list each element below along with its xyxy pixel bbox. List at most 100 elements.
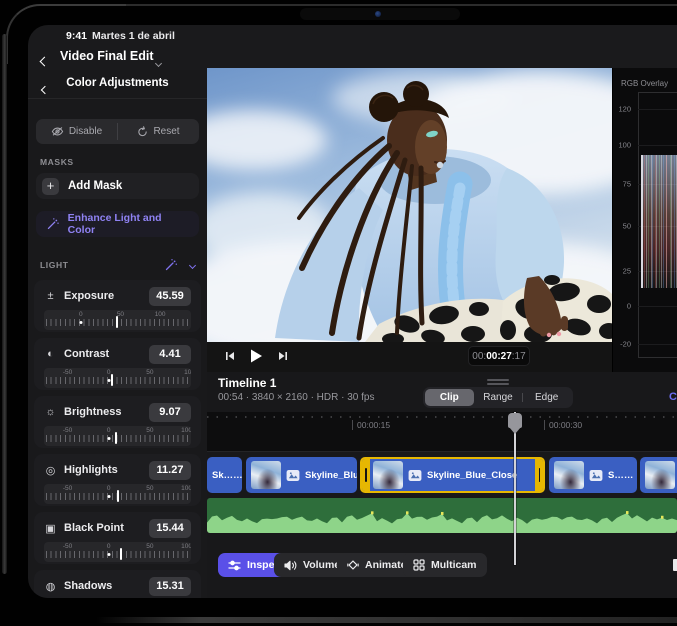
front-camera bbox=[375, 11, 381, 17]
slider-value[interactable]: 15.44 bbox=[149, 519, 191, 538]
scope-tick: 25 bbox=[613, 267, 631, 276]
enhance-label: Enhance Light and Color bbox=[68, 212, 189, 236]
plus-icon: + bbox=[42, 178, 59, 195]
device-frame: 9:41 Martes 1 de abril Video Final Edit bbox=[0, 0, 677, 626]
timeline-clip[interactable] bbox=[640, 457, 677, 493]
exposure-icon: ± bbox=[44, 290, 57, 302]
clip-thumbnail bbox=[251, 461, 281, 489]
clipped-right-button[interactable] bbox=[673, 559, 677, 571]
edit-mode-segmented-control: ClipRangeEdge bbox=[423, 387, 573, 408]
add-mask-label: Add Mask bbox=[68, 180, 122, 192]
clip-thumbnail bbox=[373, 461, 403, 489]
slider-ruler[interactable]: -50050100 bbox=[44, 426, 191, 446]
timeline-clip-Sk_[interactable]: Sk…… bbox=[207, 457, 242, 493]
slider-label: Highlights bbox=[64, 464, 142, 476]
video-preview[interactable] bbox=[207, 68, 612, 342]
slider-contrast[interactable]: ◐ Contrast 4.41 -50050100 bbox=[34, 338, 201, 390]
video-frame-image bbox=[207, 68, 612, 342]
photo-icon bbox=[408, 470, 422, 481]
multicam-label: Multicam bbox=[431, 559, 477, 571]
timeline-clip-Skyline_Blue_Close[interactable]: Skyline_Blue_Close bbox=[360, 457, 545, 493]
light-collapse-icon[interactable] bbox=[189, 261, 196, 268]
clip-label: Skyline_Blue_Wide bbox=[305, 470, 357, 481]
timecode-main: 00:27 bbox=[486, 351, 512, 362]
brightness-icon: ☼ bbox=[44, 406, 57, 418]
scope-tick: 100 bbox=[613, 141, 631, 150]
black-point-icon: ▣ bbox=[44, 522, 57, 535]
next-frame-button[interactable] bbox=[276, 349, 290, 368]
contrast-icon: ◐ bbox=[44, 348, 57, 360]
add-mask-button[interactable]: + Add Mask bbox=[36, 173, 199, 199]
mode-clip[interactable]: Clip bbox=[425, 389, 474, 406]
previous-frame-button[interactable] bbox=[223, 349, 237, 368]
project-title[interactable]: Video Final Edit bbox=[60, 49, 154, 63]
timecode-display[interactable]: 00:00:27:17 bbox=[468, 346, 530, 366]
slider-value[interactable]: 4.41 bbox=[149, 345, 191, 364]
multicam-button[interactable]: Multicam bbox=[403, 553, 487, 577]
ruler-timestamp: 00:00:30 bbox=[549, 420, 582, 430]
slider-value[interactable]: 45.59 bbox=[149, 287, 191, 306]
slider-value[interactable]: 15.31 bbox=[149, 577, 191, 596]
disable-label: Disable bbox=[69, 126, 102, 137]
video-track: Sk…… Skyline_Blue_Wide Skyline_Blue_Clos… bbox=[207, 457, 677, 493]
device-top-edge bbox=[80, 4, 677, 6]
slider-highlights[interactable]: ◎ Highlights 11.27 -50050100 bbox=[34, 454, 201, 506]
reset-label: Reset bbox=[153, 126, 179, 137]
animate-icon bbox=[347, 559, 359, 571]
color-adjustments-panel: Color Adjustments Disable Reset bbox=[28, 70, 207, 598]
magic-wand-icon bbox=[46, 217, 60, 231]
clip-thumbnail bbox=[554, 461, 584, 489]
title-dropdown-icon[interactable] bbox=[156, 53, 161, 71]
back-icon[interactable] bbox=[41, 52, 48, 70]
rgb-overlay-scope: RGB Overlay 1201007550250-20 bbox=[612, 68, 677, 372]
reset-button[interactable]: Reset bbox=[118, 119, 199, 144]
slider-ruler[interactable]: 050100 bbox=[44, 310, 191, 330]
scope-title: RGB Overlay bbox=[621, 79, 668, 88]
timeline-clip-S_[interactable]: S…… bbox=[549, 457, 637, 493]
multicam-grid-icon bbox=[413, 559, 425, 571]
mode-edge[interactable]: Edge bbox=[522, 389, 571, 406]
overflow-button[interactable]: C bbox=[669, 391, 677, 403]
slider-value[interactable]: 11.27 bbox=[149, 461, 191, 480]
playhead-handle[interactable] bbox=[508, 413, 522, 428]
timeline-ruler[interactable]: 00:00:15 00:00:30 bbox=[207, 412, 677, 452]
mode-range[interactable]: Range bbox=[474, 389, 523, 406]
slider-value[interactable]: 9.07 bbox=[149, 403, 191, 422]
scope-tick: 75 bbox=[613, 180, 631, 189]
timeline-clip-Skyline_Blue_Wide[interactable]: Skyline_Blue_Wide bbox=[246, 457, 357, 493]
bottom-toolbar: Inspect Volume Animate bbox=[207, 551, 677, 585]
photo-icon bbox=[286, 470, 300, 481]
slider-ruler[interactable]: -50050100 bbox=[44, 368, 191, 388]
slider-exposure[interactable]: ± Exposure 45.59 050100 bbox=[34, 280, 201, 332]
timeline-meta: 00:54 · 3840 × 2160 · HDR · 30 fps bbox=[218, 392, 374, 403]
clip-label: Skyline_Blue_Close bbox=[427, 470, 517, 481]
audio-track[interactable] bbox=[207, 498, 677, 533]
slider-label: Shadows bbox=[64, 580, 142, 592]
play-button[interactable] bbox=[247, 347, 265, 370]
light-section-header[interactable]: LIGHT bbox=[40, 258, 195, 272]
timecode-frames: :17 bbox=[512, 351, 526, 362]
slider-brightness[interactable]: ☼ Brightness 9.07 -50050100 bbox=[34, 396, 201, 448]
speaker-icon bbox=[284, 560, 297, 571]
slider-black-point[interactable]: ▣ Black Point 15.44 -50050100 bbox=[34, 512, 201, 564]
transport-bar: 00:00:27:17 bbox=[207, 342, 612, 372]
status-time: 9:41 bbox=[66, 30, 87, 42]
slider-ruler[interactable]: -50050100 bbox=[44, 542, 191, 562]
device-left-edge bbox=[2, 34, 7, 574]
disable-reset-group: Disable Reset bbox=[36, 119, 199, 144]
reset-icon bbox=[137, 126, 148, 137]
slider-label: Black Point bbox=[64, 522, 142, 534]
enhance-light-color-button[interactable]: Enhance Light and Color bbox=[36, 211, 199, 237]
slider-ruler[interactable]: -50050100 bbox=[44, 484, 191, 504]
panel-grabber[interactable] bbox=[487, 379, 509, 386]
panel-header: Color Adjustments bbox=[28, 70, 207, 99]
ruler-timestamp: 00:00:15 bbox=[357, 420, 390, 430]
playhead-line[interactable] bbox=[514, 412, 516, 565]
disable-button[interactable]: Disable bbox=[36, 119, 117, 144]
shadows-icon: ◍ bbox=[44, 580, 57, 593]
slider-shadows[interactable]: ◍ Shadows 15.31 -50050100 bbox=[34, 570, 201, 598]
scope-tick: 120 bbox=[613, 105, 631, 114]
clip-label: S…… bbox=[608, 470, 633, 481]
panel-back-icon[interactable] bbox=[42, 80, 48, 98]
panel-title: Color Adjustments bbox=[28, 70, 207, 89]
